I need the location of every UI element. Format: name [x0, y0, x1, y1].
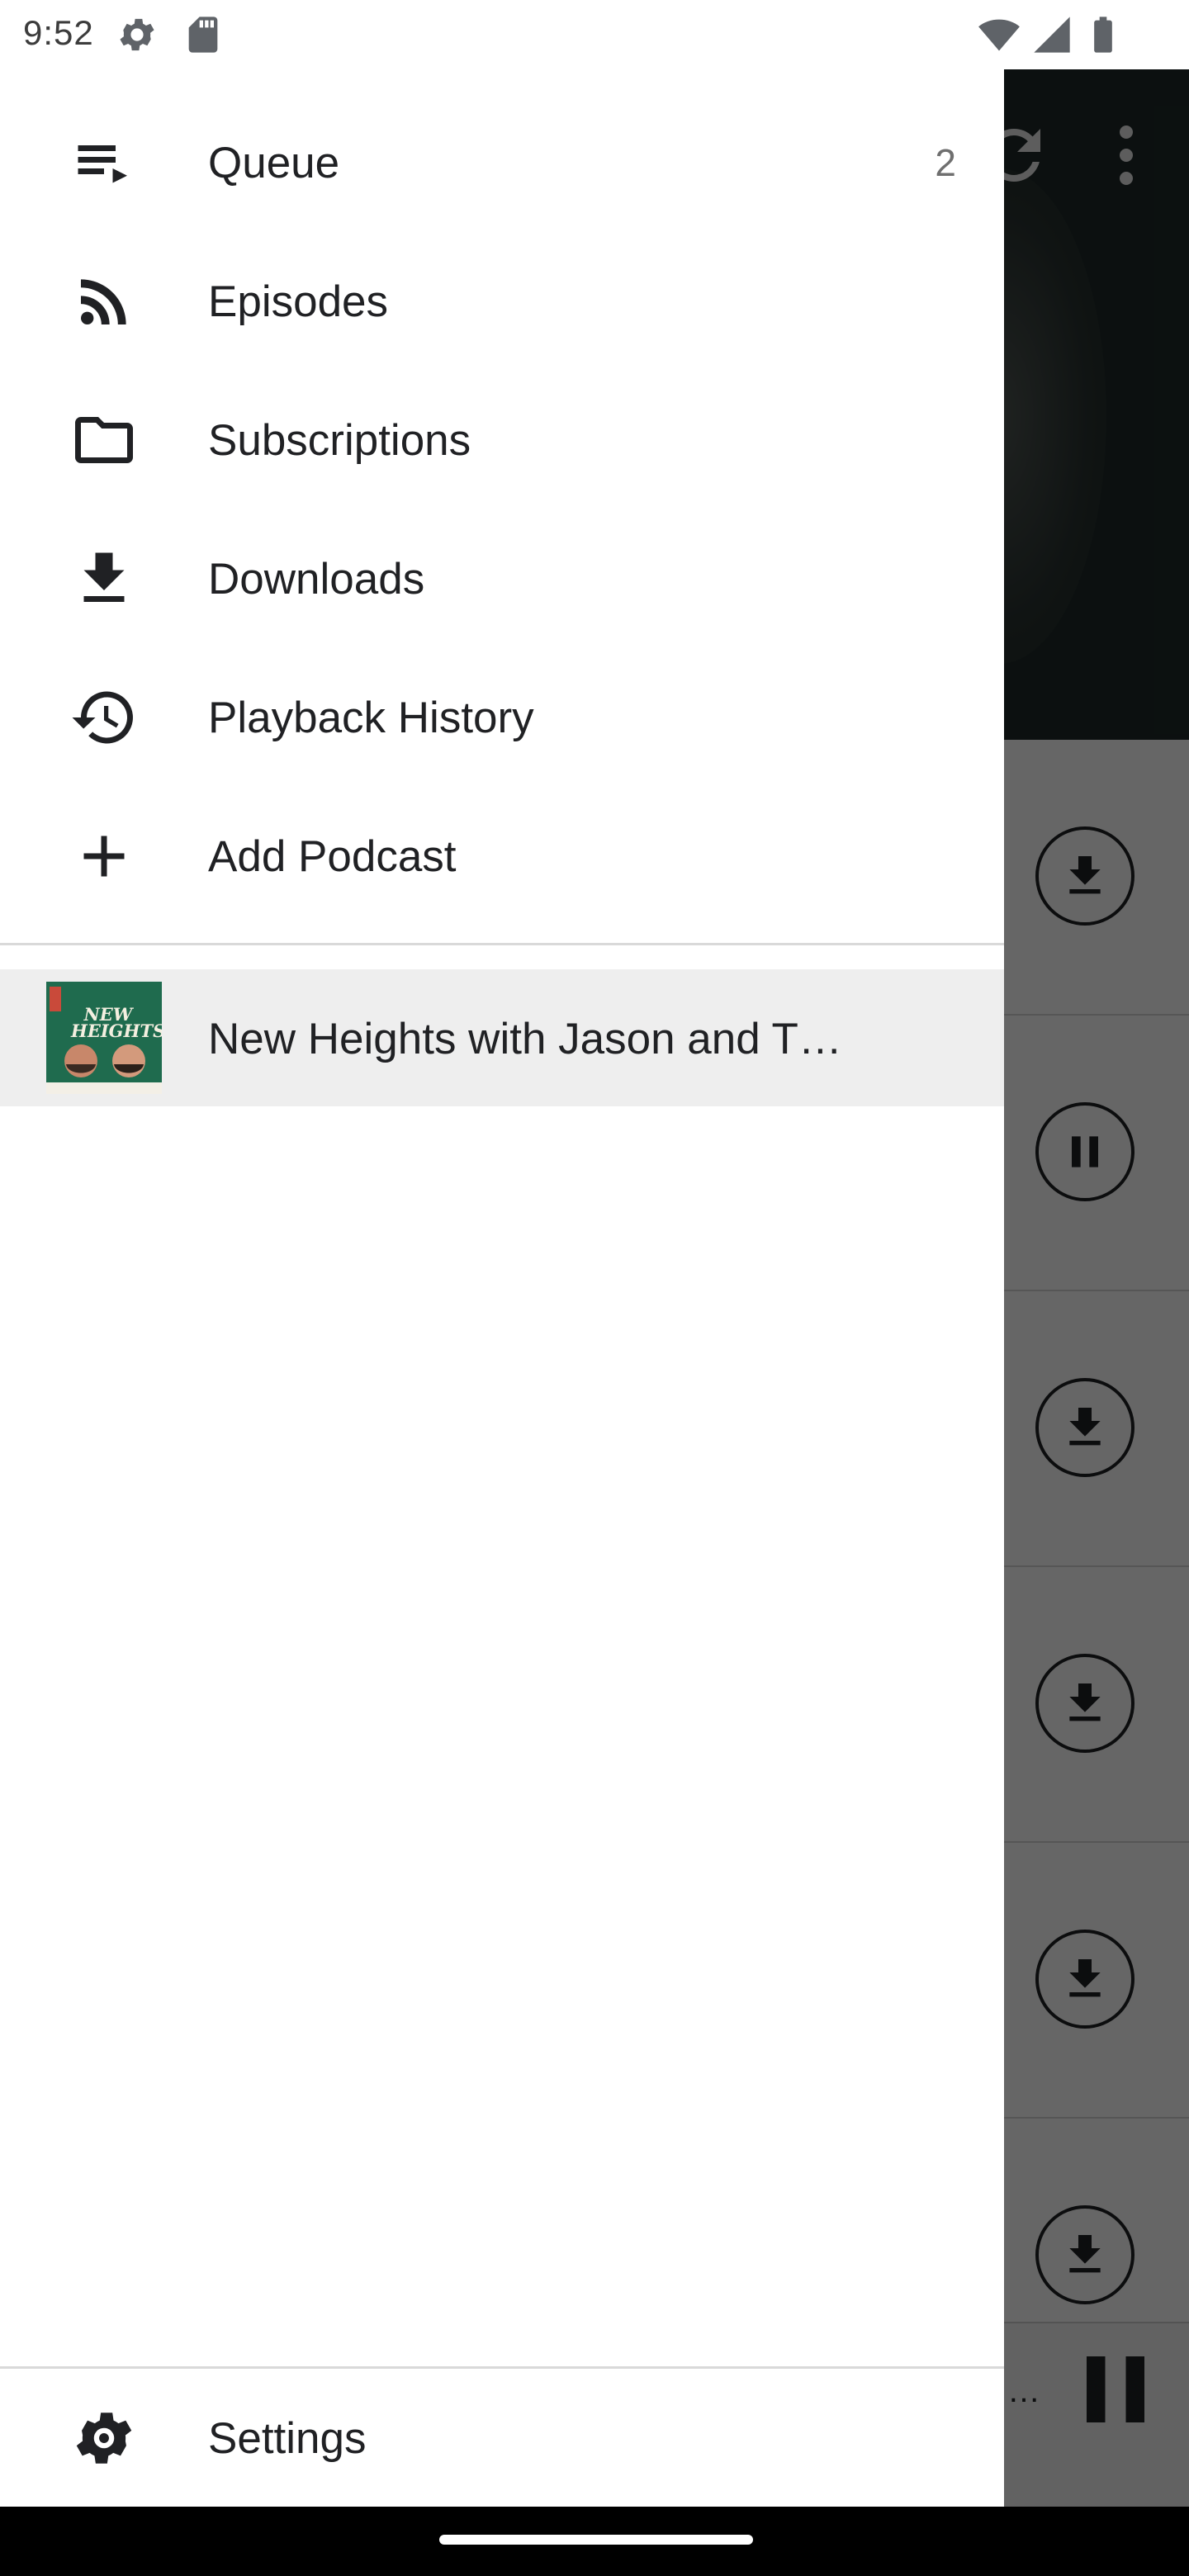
podcast-cover-image: NEW HEIGHTS: [46, 982, 162, 1094]
nav-item-label: Queue: [208, 138, 340, 187]
nav-item-label: Playback History: [208, 693, 534, 742]
nav-item-settings[interactable]: Settings: [0, 2370, 1004, 2507]
nav-item-label: Add Podcast: [208, 831, 457, 881]
settings-gear-icon: [120, 18, 154, 51]
nav-item-label: Subscriptions: [208, 415, 471, 465]
queue-count-badge: 2: [935, 141, 956, 184]
battery-icon: [1094, 17, 1112, 53]
nav-item-downloads[interactable]: Downloads: [0, 510, 1004, 647]
nav-item-label: Episodes: [208, 277, 389, 326]
subscription-title: New Heights with Jason and T…: [208, 1015, 842, 1063]
nav-item-add-podcast[interactable]: Add Podcast: [0, 788, 1004, 925]
nav-item-episodes[interactable]: Episodes: [0, 233, 1004, 370]
folder-icon: [69, 405, 139, 475]
wifi-icon: [978, 19, 1020, 51]
status-time: 9:52: [23, 13, 94, 52]
download-icon: [69, 544, 139, 613]
drawer-divider: [0, 2366, 1004, 2369]
home-gesture-handle[interactable]: [439, 2535, 753, 2545]
add-icon: [69, 822, 139, 891]
queue-icon: [69, 128, 139, 197]
history-icon: [69, 683, 139, 752]
nav-item-subscriptions[interactable]: Subscriptions: [0, 372, 1004, 509]
nav-item-label: Settings: [208, 2413, 367, 2463]
nav-item-queue[interactable]: Queue 2: [0, 94, 1004, 231]
gear-icon: [69, 2403, 139, 2473]
system-navigation-bar: [0, 2507, 1189, 2576]
drawer-divider: [0, 943, 1004, 945]
nav-item-label: Downloads: [208, 554, 425, 604]
sd-card-icon: [188, 17, 218, 53]
podcast-cover-wordmark: NEW HEIGHTS: [71, 1004, 162, 1041]
cell-signal-icon: [1034, 17, 1070, 53]
status-bar: 9:52: [0, 0, 1189, 69]
nav-item-playback-history[interactable]: Playback History: [0, 649, 1004, 786]
navigation-drawer: Queue 2 Episodes Subscriptions Downloads…: [0, 69, 1004, 2507]
subscription-item-new-heights[interactable]: NEW HEIGHTS New Heights with Jason and T…: [0, 969, 1004, 1106]
rss-feed-icon: [69, 267, 139, 336]
